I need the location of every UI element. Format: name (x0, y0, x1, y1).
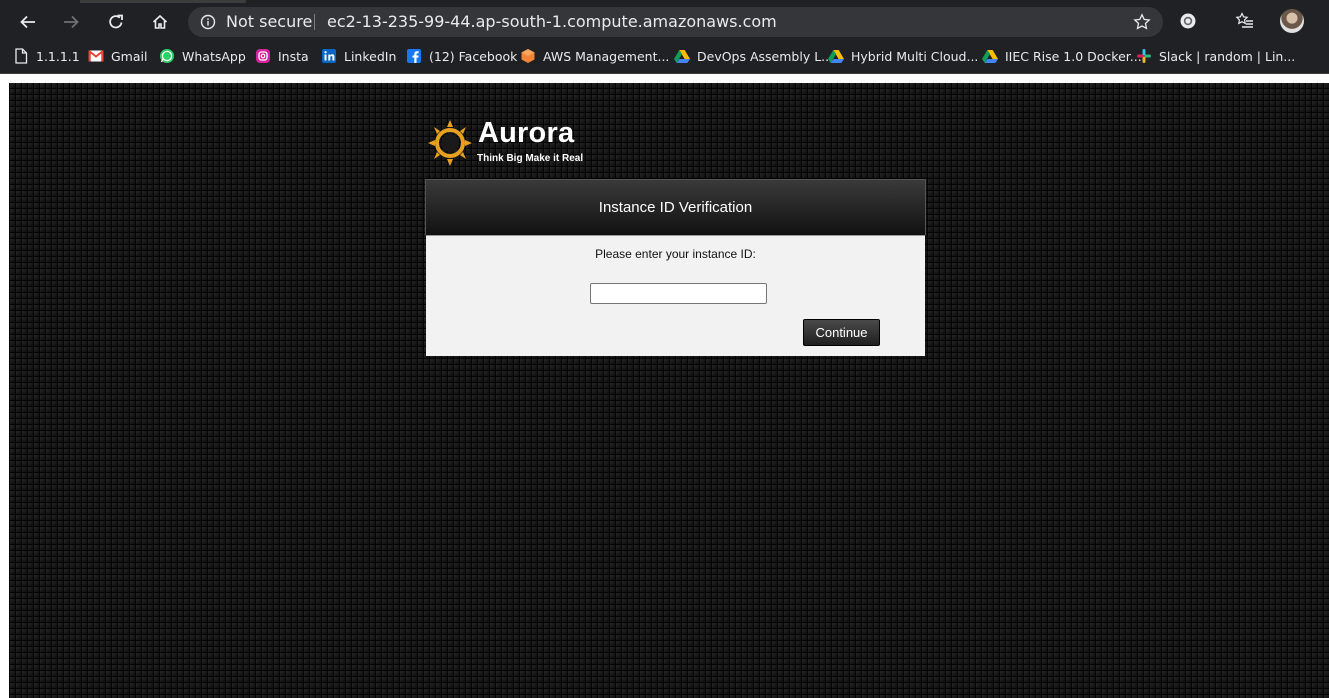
omnibox-divider (314, 14, 315, 30)
google-drive-icon (982, 48, 998, 64)
tab-strip-hint (80, 0, 246, 3)
sun-logo-icon (428, 120, 472, 166)
forward-arrow-icon[interactable] (58, 9, 84, 35)
reading-list-icon[interactable] (1235, 11, 1255, 31)
bookmark-label: LinkedIn (344, 48, 397, 64)
bookmark-label: Gmail (111, 48, 148, 64)
extension-icon[interactable] (1178, 11, 1198, 31)
web-page-viewport (0, 74, 1329, 698)
bookmark-label: Slack | random | Lin... (1159, 48, 1296, 64)
profile-avatar[interactable] (1280, 9, 1304, 33)
bookmark-star-icon[interactable] (1133, 13, 1151, 31)
bookmark-facebook[interactable]: (12) Facebook (406, 42, 517, 70)
bookmark-insta[interactable]: Insta (255, 42, 309, 70)
bookmark-1111[interactable]: 1.1.1.1 (13, 42, 80, 70)
bookmark-label: 1.1.1.1 (36, 48, 80, 64)
bookmark-label: DevOps Assembly L... (697, 48, 834, 64)
panel-header: Instance ID Verification (425, 179, 926, 235)
bookmark-whatsapp[interactable]: WhatsApp (159, 42, 246, 70)
verification-panel: Instance ID Verification Please enter yo… (425, 179, 926, 357)
logo-wordmark: Aurora (478, 117, 575, 149)
bookmark-label: IIEC Rise 1.0 Docker... (1005, 48, 1142, 64)
continue-button[interactable]: Continue (803, 319, 880, 346)
url-text[interactable]: ec2-13-235-99-44.ap-south-1.compute.amaz… (327, 12, 777, 31)
gmail-icon (88, 48, 104, 64)
bookmark-label: (12) Facebook (429, 48, 518, 64)
bookmark-gmail[interactable]: Gmail (88, 42, 147, 70)
bookmark-devops-assembly[interactable]: DevOps Assembly L... (674, 42, 833, 70)
instance-id-prompt: Please enter your instance ID: (595, 247, 756, 261)
facebook-icon (406, 48, 422, 64)
info-icon[interactable] (200, 14, 216, 30)
panel-body: Please enter your instance ID: Continue (426, 235, 925, 356)
bookmark-aws[interactable]: AWS Management... (520, 42, 669, 70)
instance-id-input[interactable] (590, 283, 767, 304)
reload-icon[interactable] (103, 9, 129, 35)
bookmark-label: Insta (278, 48, 309, 64)
page-background (9, 83, 1329, 698)
bookmark-label: WhatsApp (182, 48, 246, 64)
address-bar[interactable]: Not secure ec2-13-235-99-44.ap-south-1.c… (188, 7, 1163, 37)
aurora-logo: Aurora Think Big Make it Real (428, 117, 598, 167)
linkedin-icon (321, 48, 337, 64)
page-icon (13, 48, 29, 64)
instagram-icon (255, 48, 271, 64)
security-label: Not secure (226, 12, 313, 31)
panel-title: Instance ID Verification (598, 199, 753, 216)
bookmark-linkedin[interactable]: LinkedIn (321, 42, 396, 70)
browser-toolbar: Not secure ec2-13-235-99-44.ap-south-1.c… (0, 0, 1329, 42)
bookmark-label: Hybrid Multi Cloud... (851, 48, 979, 64)
bookmark-hybrid-multi-cloud[interactable]: Hybrid Multi Cloud... (828, 42, 978, 70)
aws-icon (520, 48, 536, 64)
bookmark-slack[interactable]: Slack | random | Lin... (1136, 42, 1295, 70)
slack-icon (1136, 48, 1152, 64)
home-icon[interactable] (147, 9, 173, 35)
google-drive-icon (828, 48, 844, 64)
google-drive-icon (674, 48, 690, 64)
logo-tagline: Think Big Make it Real (477, 153, 584, 164)
bookmark-iiec-rise[interactable]: IIEC Rise 1.0 Docker... (982, 42, 1142, 70)
bookmarks-bar: 1.1.1.1 Gmail WhatsApp Insta LinkedIn (1… (0, 42, 1329, 74)
back-arrow-icon[interactable] (15, 9, 41, 35)
bookmark-label: AWS Management... (543, 48, 670, 64)
whatsapp-icon (159, 48, 175, 64)
